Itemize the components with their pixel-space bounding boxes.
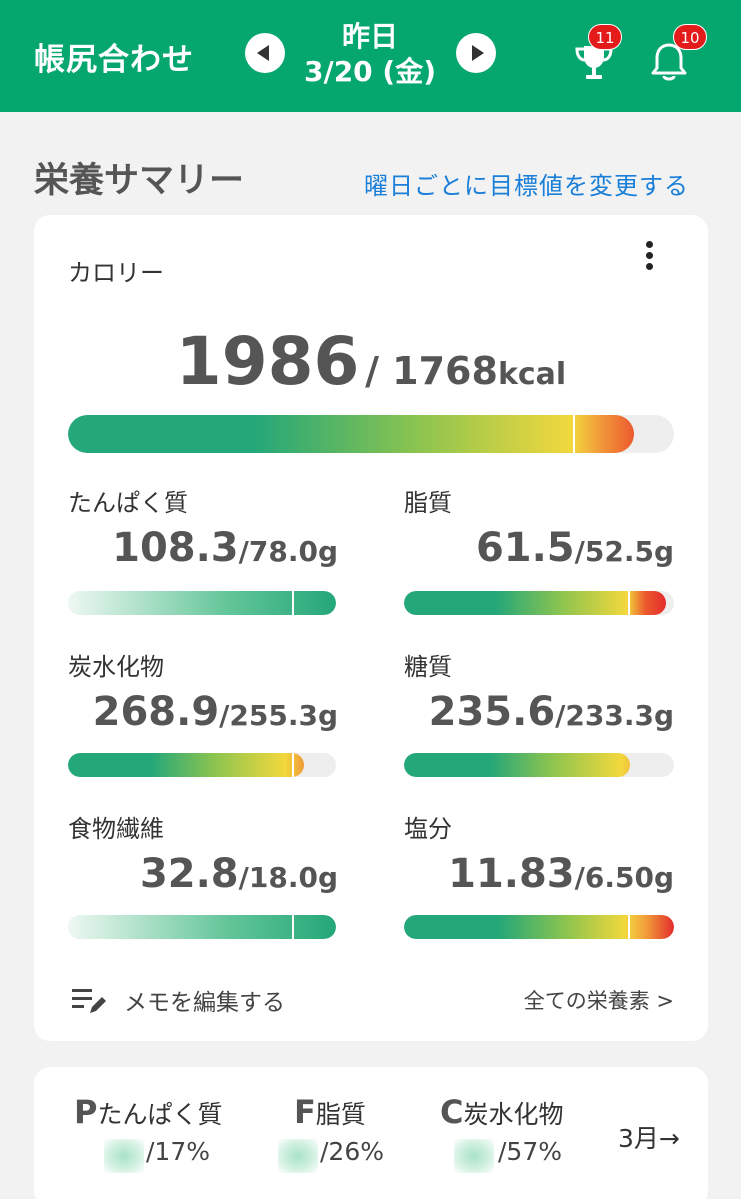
pfc-carbohydrate: C炭水化物 /57% [440, 1093, 564, 1173]
blurred-value [278, 1139, 318, 1173]
nutrition-summary-card: カロリー 1986 / 1768kcal たんぱく質 108.3/78.0g 脂… [34, 215, 708, 1041]
pfc-fat-label: F脂質 [294, 1093, 366, 1131]
section-title: 栄養サマリー [34, 161, 245, 201]
calorie-progress-bar [68, 415, 674, 453]
fat-target-tick [628, 591, 630, 615]
nutrient-salt[interactable]: 塩分 11.83/6.50g [404, 809, 674, 969]
date-display: 昨日 3/20 (金) [290, 20, 450, 90]
nutrient-label: 塩分 [404, 815, 452, 843]
pfc-balance-card[interactable]: Pたんぱく質 /17% F脂質 /26% C炭水化物 /57% 3月→ [34, 1067, 708, 1199]
bell-badge: 10 [673, 24, 707, 50]
nutrient-label: 糖質 [404, 653, 452, 681]
pfc-carbohydrate-label: C炭水化物 [440, 1093, 564, 1131]
nutrient-protein[interactable]: たんぱく質 108.3/78.0g [68, 483, 338, 643]
pfc-protein: Pたんぱく質 /17% [74, 1093, 222, 1173]
change-target-link[interactable]: 曜日ごとに目標値を変更する [364, 166, 689, 201]
nutrient-label: 炭水化物 [68, 653, 164, 681]
all-nutrients-link[interactable]: 全ての栄養素 > [524, 985, 674, 1015]
month-link[interactable]: 3月→ [618, 1119, 680, 1155]
nutrient-value: 268.9/255.3g [92, 689, 338, 735]
chevron-right-icon [472, 45, 484, 61]
pfc-protein-label: Pたんぱく質 [74, 1093, 223, 1131]
nutrient-fat[interactable]: 脂質 61.5/52.5g [404, 483, 674, 643]
protein-target-tick [292, 591, 294, 615]
nutrient-value: 61.5/52.5g [475, 525, 674, 571]
fat-progress-fill [404, 591, 666, 615]
nutrient-label: 脂質 [404, 489, 452, 517]
nutrient-value: 32.8/18.0g [139, 851, 338, 897]
calorie-progress-fill [68, 415, 634, 453]
fiber-target-tick [292, 915, 294, 939]
next-day-button[interactable] [456, 33, 496, 73]
protein-progress-fill [68, 591, 336, 615]
calorie-target-tick [573, 415, 575, 453]
nutrient-fiber[interactable]: 食物繊維 32.8/18.0g [68, 809, 338, 969]
salt-progress-bar [404, 915, 674, 939]
pfc-fat-percent: /26% [320, 1137, 384, 1166]
app-header: 帳尻合わせ 昨日 3/20 (金) 11 10 [0, 0, 741, 112]
pfc-protein-percent: /17% [146, 1137, 210, 1166]
fat-progress-bar [404, 591, 674, 615]
nutrient-sugar[interactable]: 糖質 235.6/233.3g [404, 647, 674, 807]
carbohydrate-progress-fill [68, 753, 304, 777]
pfc-fat: F脂質 /26% [278, 1093, 384, 1173]
nutrient-carbohydrate[interactable]: 炭水化物 268.9/255.3g [68, 647, 338, 807]
calorie-intake: 1986 [175, 323, 360, 400]
blurred-value [104, 1139, 144, 1173]
salt-progress-fill [404, 915, 674, 939]
carbohydrate-progress-bar [68, 753, 336, 777]
protein-progress-bar [68, 591, 336, 615]
sugar-progress-bar [404, 753, 674, 777]
blurred-value [454, 1139, 494, 1173]
fiber-progress-fill [68, 915, 336, 939]
prev-day-button[interactable] [245, 33, 285, 73]
calorie-unit: kcal [497, 357, 567, 392]
pfc-carbohydrate-percent: /57% [498, 1137, 562, 1166]
nutrient-label: たんぱく質 [68, 489, 188, 517]
edit-memo-icon[interactable] [72, 987, 106, 1015]
nutrient-value: 108.3/78.0g [112, 525, 338, 571]
salt-target-tick [628, 915, 630, 939]
nutrient-label: 食物繊維 [68, 815, 164, 843]
sugar-progress-fill [404, 753, 630, 777]
carbohydrate-target-tick [292, 753, 294, 777]
app-title: 帳尻合わせ [34, 42, 194, 78]
edit-memo-link[interactable]: メモを編集する [124, 983, 285, 1017]
more-menu-icon[interactable] [642, 241, 656, 277]
trophy-badge: 11 [588, 24, 622, 50]
chevron-left-icon [257, 45, 269, 61]
date-day-label: 昨日 [341, 20, 398, 53]
nutrient-value: 11.83/6.50g [448, 851, 674, 897]
fiber-progress-bar [68, 915, 336, 939]
nutrient-value: 235.6/233.3g [428, 689, 674, 735]
calorie-value: 1986 / 1768kcal [34, 323, 708, 400]
calorie-target: / 1768 [365, 349, 498, 393]
calorie-label: カロリー [68, 259, 164, 287]
date-full-label: 3/20 (金) [303, 55, 437, 88]
